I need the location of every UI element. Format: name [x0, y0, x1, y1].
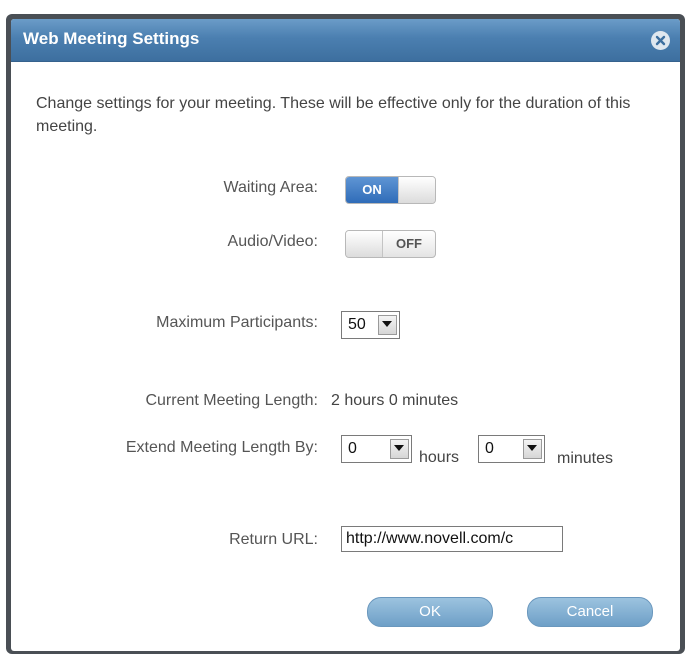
close-button[interactable]: [651, 31, 670, 50]
dropdown-arrow: [390, 439, 409, 459]
web-meeting-settings-dialog: Web Meeting Settings Change settings for…: [11, 19, 680, 651]
toggle-knob: [398, 177, 435, 203]
intro-text: Change settings for your meeting. These …: [36, 95, 631, 135]
chevron-down-icon: [527, 445, 537, 451]
minutes-unit-label: minutes: [557, 450, 614, 467]
dropdown-arrow: [378, 315, 397, 335]
max-participants-select[interactable]: 50: [341, 311, 400, 339]
dropdown-arrow: [523, 439, 542, 459]
waiting-area-label: Waiting Area:: [223, 179, 318, 196]
chevron-down-icon: [394, 445, 404, 451]
close-icon: [655, 35, 666, 46]
extend-length-label: Extend Meeting Length By:: [125, 439, 318, 456]
select-value: 0: [348, 440, 357, 457]
current-length-value: 2 hours 0 minutes: [331, 392, 459, 409]
extend-hours-select[interactable]: 0: [341, 435, 412, 463]
title-bar: Web Meeting Settings: [11, 19, 680, 62]
select-value: 50: [348, 316, 366, 333]
chevron-down-icon: [382, 321, 392, 327]
waiting-area-toggle[interactable]: ON: [345, 176, 436, 204]
current-length-label: Current Meeting Length:: [145, 392, 318, 409]
return-url-input[interactable]: [341, 526, 563, 552]
ok-button[interactable]: OK: [367, 597, 493, 627]
audio-video-label: Audio/Video:: [227, 233, 318, 250]
return-url-label: Return URL:: [229, 531, 318, 548]
toggle-on-label: ON: [346, 177, 398, 203]
cancel-button[interactable]: Cancel: [527, 597, 653, 627]
extend-minutes-select[interactable]: 0: [478, 435, 545, 463]
toggle-off-label: OFF: [396, 236, 422, 251]
dialog-title: Web Meeting Settings: [23, 29, 200, 48]
select-value: 0: [485, 440, 494, 457]
audio-video-toggle[interactable]: OFF: [345, 230, 436, 258]
hours-unit-label: hours: [419, 449, 460, 466]
max-participants-label: Maximum Participants:: [156, 314, 318, 331]
toggle-knob: [346, 231, 383, 257]
